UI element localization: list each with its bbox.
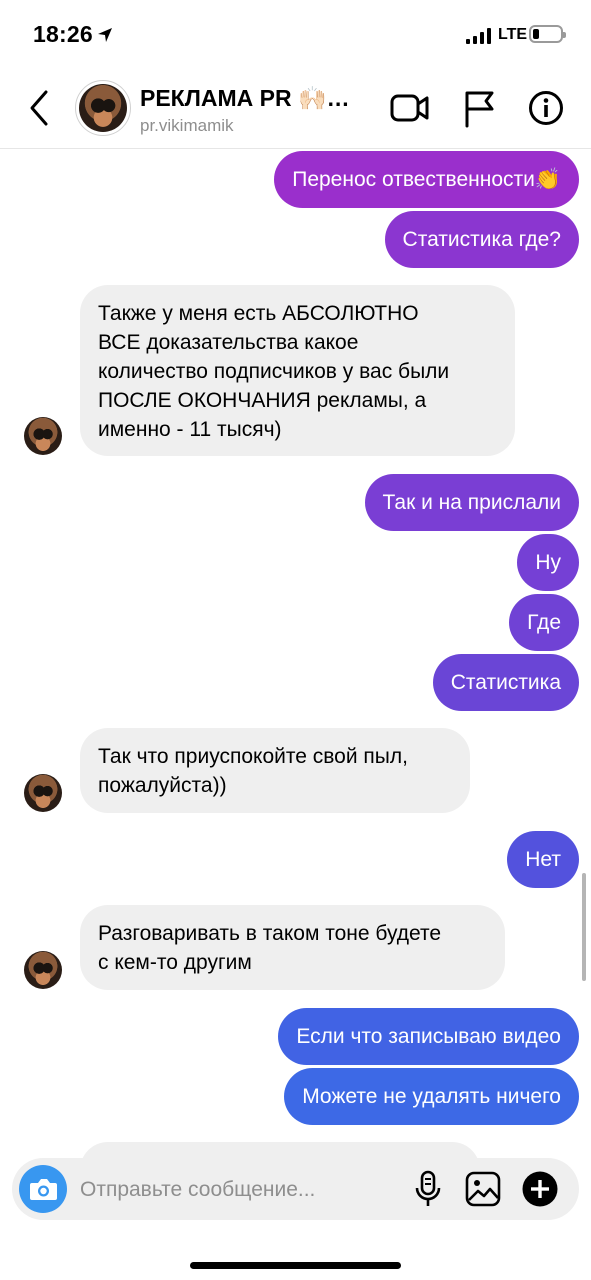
message-line: именно - 11 тысяч) [98,418,282,441]
chat-header: РЕКЛАМА PR 🙌🏻… pr.vikimamik [0,70,591,149]
sender-avatar[interactable] [24,774,62,812]
message-line: Разговаривать в таком тоне будете [98,922,442,945]
message-line: Также у меня есть АБСОЛЮТНО [98,302,419,325]
message-line: ПОСЛЕ ОКОНЧАНИЯ рекламы, а [98,389,427,412]
info-icon[interactable] [528,90,564,126]
chat-title[interactable]: РЕКЛАМА PR 🙌🏻… [140,85,350,112]
message-line: пожалуйста)) [98,774,227,797]
message-line: с кем-то другим [98,951,252,974]
location-arrow-icon [98,28,112,42]
gallery-icon[interactable] [464,1170,502,1208]
camera-button[interactable] [19,1165,67,1213]
plus-circle-icon[interactable] [521,1170,559,1208]
sender-avatar[interactable] [24,951,62,989]
outgoing-message[interactable]: Можете не удалять ничего [284,1068,579,1125]
message-input[interactable] [80,1175,350,1205]
camera-icon [30,1179,57,1200]
battery-icon [529,25,566,43]
home-indicator[interactable] [190,1262,401,1269]
incoming-message[interactable]: Разговаривать в таком тоне будете с кем-… [80,905,505,990]
incoming-message[interactable]: Также у меня есть АБСОЛЮТНО ВСЕ доказате… [80,285,515,456]
message-composer [12,1158,579,1220]
outgoing-message[interactable]: Статистика [432,654,579,711]
outgoing-message[interactable]: Статистика где? [384,211,579,268]
scrollbar[interactable] [582,873,586,981]
outgoing-message[interactable]: Если что записываю видео [278,1008,579,1065]
signal-icon [466,28,492,44]
sender-avatar[interactable] [24,417,62,455]
outgoing-message[interactable]: Так и на прислали [364,474,579,531]
incoming-message[interactable]: Так что приуспокойте свой пыл, пожалуйст… [80,728,470,813]
status-time: 18:26 [33,21,93,47]
video-call-icon[interactable] [390,90,430,126]
outgoing-message[interactable]: Перенос отвественности👏 [274,151,579,208]
outgoing-message[interactable]: Где [509,594,579,651]
chat-username[interactable]: pr.vikimamik [140,116,234,136]
message-line: количество подписчиков у вас были [98,360,450,383]
outgoing-message[interactable]: Ну [517,534,579,591]
network-label: LTE [498,26,528,43]
flag-icon[interactable] [463,90,497,128]
message-line: ВСЕ доказательства какое [98,331,359,354]
status-bar: 18:26 LTE [0,0,591,70]
back-chevron-icon[interactable] [22,88,58,128]
message-line: Так что приуспокойте свой пыл, [98,745,408,768]
profile-avatar[interactable] [75,80,131,136]
outgoing-message[interactable]: Нет [507,831,579,888]
microphone-icon[interactable] [413,1170,443,1208]
